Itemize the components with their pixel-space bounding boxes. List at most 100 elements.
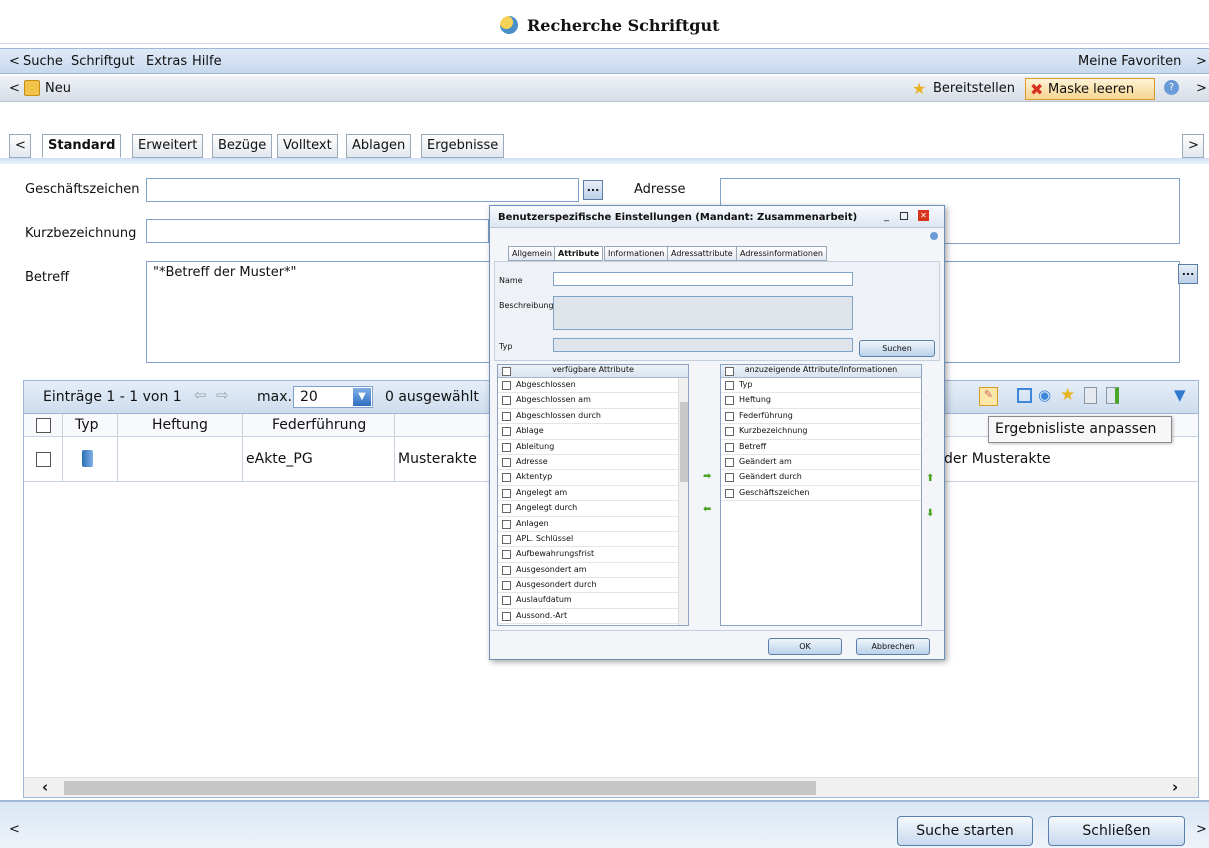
bottom-forward-button[interactable]: > [1196,822,1207,837]
name-input[interactable] [553,272,853,286]
list-item-checkbox[interactable] [502,411,511,421]
betreff-lookup-button[interactable]: ... [1178,264,1198,284]
list-item-checkbox[interactable] [502,596,511,606]
dialog-ok-button[interactable]: OK [768,638,842,655]
beschreibung-input[interactable] [553,296,853,330]
list-item[interactable]: Geschäftszeichen [721,486,921,502]
dialog-tab-adressattribute[interactable]: Adressattribute [667,246,737,261]
tab-ergebnisse[interactable]: Ergebnisse [421,134,505,158]
dialog-tab-informationen[interactable]: Informationen [604,246,669,261]
column-heftung[interactable]: Heftung [152,417,208,433]
move-down-icon[interactable]: ⬇ [926,508,934,519]
columns-icon[interactable] [1017,388,1032,403]
list-item[interactable]: Auslaufdatum [498,593,688,609]
list-item-checkbox[interactable] [502,488,511,498]
minimize-icon[interactable]: _ [884,211,889,222]
customize-list-icon[interactable]: ✎ [979,387,998,406]
move-up-icon[interactable]: ⬆ [926,473,934,484]
available-scrollbar[interactable] [678,378,688,625]
close-icon[interactable]: ✕ [918,210,929,221]
tab-ablagen[interactable]: Ablagen [346,134,412,158]
list-item-checkbox[interactable] [502,427,511,437]
list-item[interactable]: Aussond.-Art [498,609,688,625]
list-item-checkbox[interactable] [725,442,734,452]
column-typ[interactable]: Typ [75,417,99,433]
tab-standard[interactable]: Standard [42,134,122,158]
start-search-button[interactable]: Suche starten [897,816,1033,846]
list-item-checkbox[interactable] [725,488,734,498]
dialog-tab-adressinformationen[interactable]: Adressinformationen [736,246,827,261]
list-item-checkbox[interactable] [502,611,511,621]
move-right-icon[interactable]: ➡ [703,471,711,482]
list-item-checkbox[interactable] [725,457,734,467]
available-select-all-checkbox[interactable] [502,367,511,376]
list-item-checkbox[interactable] [725,427,734,437]
horizontal-scrollbar[interactable]: ‹ › [24,777,1198,797]
list-item-checkbox[interactable] [502,396,511,406]
list-item-checkbox[interactable] [502,550,511,560]
list-item[interactable]: Aktentyp [498,470,688,486]
menu-item-schriftgut[interactable]: Schriftgut [71,54,135,69]
list-item-checkbox[interactable] [502,442,511,452]
list-item[interactable]: Angelegt am [498,486,688,502]
close-button[interactable]: Schließen [1048,816,1185,846]
list-item[interactable]: Ablage [498,424,688,440]
geschaeftszeichen-lookup-button[interactable]: ... [583,180,603,200]
dialog-tab-attribute[interactable]: Attribute [554,246,604,261]
bottom-back-button[interactable]: < [9,822,20,837]
scrollbar-thumb[interactable] [64,781,816,795]
geschaeftszeichen-input[interactable] [146,178,579,202]
move-left-icon[interactable]: ⬅ [703,504,711,515]
list-item[interactable]: Aufbewahrungsfrist [498,547,688,563]
list-item[interactable]: Adresse [498,455,688,471]
provide-button[interactable]: Bereitstellen [933,81,1015,96]
menu-item-extras[interactable]: Extras [146,54,187,69]
dialog-help-icon[interactable] [930,232,938,240]
clear-mask-button[interactable]: ✖ Maske leeren [1025,78,1155,100]
help-icon[interactable]: ? [1164,80,1179,95]
menu-back-button[interactable]: < [9,54,20,69]
favorite-star-icon[interactable]: ★ [1060,385,1075,405]
list-item-checkbox[interactable] [725,473,734,483]
new-button[interactable]: Neu [45,81,71,96]
list-item-checkbox[interactable] [502,534,511,544]
list-item[interactable]: Abgeschlossen durch [498,409,688,425]
list-item[interactable]: Anlagen [498,517,688,532]
next-page-icon[interactable]: ⇨ [216,386,229,404]
scroll-left-icon[interactable]: ‹ [42,778,48,796]
maximize-icon[interactable] [900,212,908,220]
list-item[interactable]: Ableitung [498,440,688,455]
list-item[interactable]: Angelegt durch [498,501,688,517]
typ-input[interactable] [553,338,853,352]
select-all-checkbox[interactable] [36,418,51,433]
tab-bezuege[interactable]: Bezüge [212,134,273,158]
list-item[interactable]: Geändert durch [721,470,921,486]
tab-back-button[interactable]: < [9,134,31,158]
list-item[interactable]: Geändert am [721,455,921,471]
toolbar-back-button[interactable]: < [9,81,20,96]
shown-select-all-checkbox[interactable] [725,367,734,376]
dialog-cancel-button[interactable]: Abbrechen [856,638,930,655]
dialog-tab-allgemein[interactable]: Allgemein [508,246,556,261]
prev-page-icon[interactable]: ⇦ [194,386,207,404]
list-item[interactable]: Ausgesondert am [498,563,688,579]
max-select[interactable]: 20 ▼ [293,386,373,408]
list-item-checkbox[interactable] [502,519,511,529]
menu-item-hilfe[interactable]: Hilfe [192,54,222,69]
export-icon[interactable] [1106,387,1119,404]
tab-erweitert[interactable]: Erweitert [132,134,204,158]
list-item[interactable]: Kurzbezeichnung [721,424,921,440]
document-icon[interactable] [1084,387,1097,404]
menu-forward-button[interactable]: > [1196,54,1207,69]
kurzbezeichnung-input[interactable] [146,219,489,243]
list-item[interactable]: Ausgesondert durch [498,578,688,594]
list-item-checkbox[interactable] [502,581,511,591]
tab-volltext[interactable]: Volltext [277,134,338,158]
list-item-checkbox[interactable] [502,381,511,390]
list-item[interactable]: Abgeschlossen am [498,393,688,409]
favorites-menu[interactable]: Meine Favoriten [1078,54,1181,69]
tab-forward-button[interactable]: > [1182,134,1204,158]
scroll-right-icon[interactable]: › [1172,778,1178,796]
column-federfuehrung[interactable]: Federführung [272,417,366,433]
available-scroll-thumb[interactable] [680,402,688,482]
